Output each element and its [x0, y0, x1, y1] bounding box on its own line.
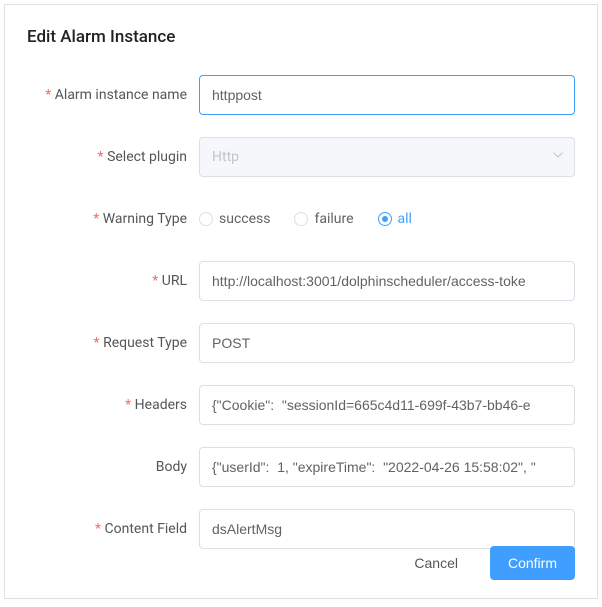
radio-icon — [378, 212, 392, 226]
confirm-button[interactable]: Confirm — [490, 546, 575, 580]
cancel-button[interactable]: Cancel — [396, 546, 476, 580]
radio-icon — [294, 212, 308, 226]
radio-failure[interactable]: failure — [294, 211, 353, 227]
headers-input[interactable] — [199, 385, 575, 425]
instance-name-input[interactable] — [199, 75, 575, 115]
label-headers: Headers — [27, 397, 199, 413]
body-input[interactable] — [199, 447, 575, 487]
label-url: URL — [27, 273, 199, 289]
radio-all-label: all — [398, 211, 412, 227]
url-input[interactable] — [199, 261, 575, 301]
row-plugin: Select plugin Http — [27, 137, 575, 177]
content-field-input[interactable] — [199, 509, 575, 549]
radio-icon — [199, 212, 213, 226]
row-body: Body — [27, 447, 575, 487]
radio-failure-label: failure — [314, 211, 353, 227]
label-warning-type: Warning Type — [27, 211, 199, 227]
edit-alarm-modal: Edit Alarm Instance Alarm instance name … — [4, 4, 598, 599]
label-content-field: Content Field — [27, 521, 199, 537]
label-plugin: Select plugin — [27, 149, 199, 165]
radio-success[interactable]: success — [199, 211, 270, 227]
row-url: URL — [27, 261, 575, 301]
row-content-field: Content Field — [27, 509, 575, 549]
plugin-select[interactable]: Http — [199, 137, 575, 177]
modal-footer: Cancel Confirm — [396, 546, 575, 580]
warning-type-radio-group: success failure all — [199, 199, 575, 239]
plugin-select-value: Http — [212, 149, 239, 165]
modal-title: Edit Alarm Instance — [27, 27, 575, 47]
row-headers: Headers — [27, 385, 575, 425]
label-body: Body — [27, 459, 199, 475]
row-warning-type: Warning Type success failure all — [27, 199, 575, 239]
chevron-down-icon — [552, 149, 564, 165]
radio-all[interactable]: all — [378, 211, 412, 227]
label-request-type: Request Type — [27, 335, 199, 351]
row-request-type: Request Type — [27, 323, 575, 363]
request-type-input[interactable] — [199, 323, 575, 363]
row-instance-name: Alarm instance name — [27, 75, 575, 115]
label-instance-name: Alarm instance name — [27, 87, 199, 103]
radio-success-label: success — [219, 211, 270, 227]
